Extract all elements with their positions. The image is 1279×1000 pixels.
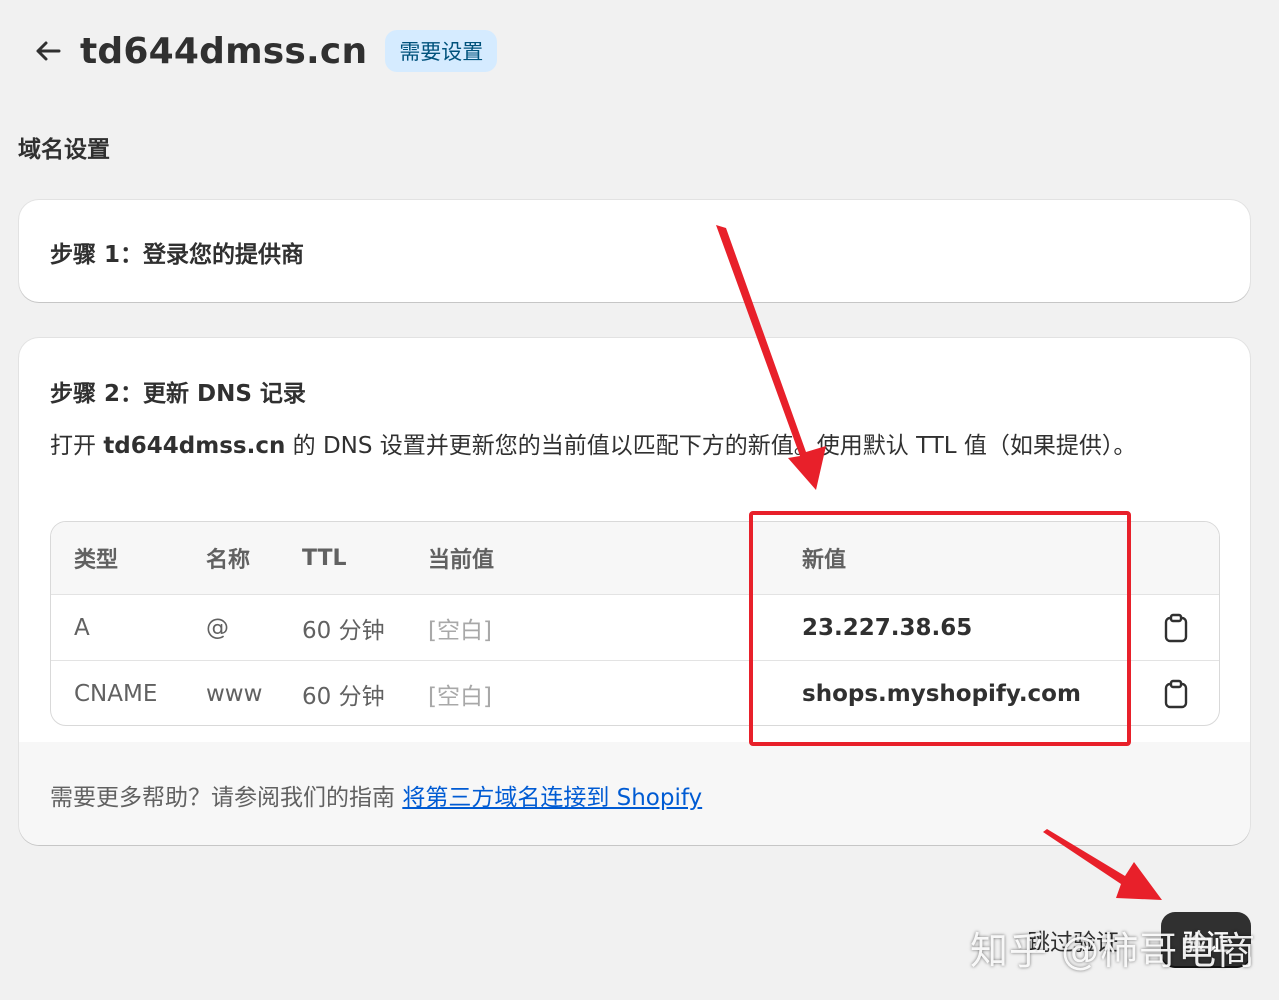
desc-domain: td644dmss.cn <box>103 433 286 459</box>
help-text: 需要更多帮助？请参阅我们的指南 将第三方域名连接到 Shopify <box>50 778 702 812</box>
section-title: 域名设置 <box>18 137 110 163</box>
step2-description: 打开 td644dmss.cn 的 DNS 设置并更新您的当前值以匹配下方的新值… <box>50 426 1210 466</box>
verify-button[interactable]: 验证 <box>1161 912 1251 968</box>
cell-type: CNAME <box>74 680 158 707</box>
step2-title: 步骤 2：更新 DNS 记录 <box>50 381 306 407</box>
header-ttl: TTL <box>302 545 347 571</box>
cell-ttl: 60 分钟 <box>302 617 385 644</box>
cell-name: www <box>206 680 263 707</box>
desc-prefix: 打开 <box>50 433 104 459</box>
step2-card: 步骤 2：更新 DNS 记录 打开 td644dmss.cn 的 DNS 设置并… <box>19 338 1250 845</box>
skip-verification-button[interactable]: 跳过验证 <box>1027 923 1119 957</box>
copy-button[interactable] <box>1160 612 1192 644</box>
status-badge: 需要设置 <box>385 30 498 72</box>
cell-type: A <box>74 614 90 641</box>
help-guide-link[interactable]: 将第三方域名连接到 Shopify <box>402 785 702 811</box>
desc-suffix: 的 DNS 设置并更新您的当前值以匹配下方的新值。使用默认 TTL 值（如果提供… <box>285 433 1137 459</box>
table-row: A @ 60 分钟 [空白] 23.227.38.65 <box>51 595 1219 661</box>
header-type: 类型 <box>74 548 119 573</box>
arrow-left-icon <box>36 41 61 61</box>
footer-actions: 跳过验证 验证 <box>1027 912 1251 968</box>
header-current-value: 当前值 <box>428 548 495 573</box>
back-button[interactable] <box>28 31 68 71</box>
header-name: 名称 <box>206 548 251 573</box>
cell-current-value: [空白] <box>428 683 492 710</box>
step1-title: 步骤 1：登录您的提供商 <box>50 242 305 268</box>
cell-new-value: shops.myshopify.com <box>802 680 1081 707</box>
step1-card[interactable]: 步骤 1：登录您的提供商 <box>19 200 1250 302</box>
copy-button[interactable] <box>1160 678 1192 710</box>
page-header: td644dmss.cn 需要设置 <box>28 26 498 76</box>
cell-current-value: [空白] <box>428 617 492 644</box>
clipboard-icon <box>1164 679 1188 708</box>
cell-name: @ <box>206 614 229 641</box>
table-row: CNAME www 60 分钟 [空白] shops.myshopify.com <box>51 661 1219 725</box>
table-header-row: 类型 名称 TTL 当前值 新值 <box>51 522 1219 595</box>
cell-ttl: 60 分钟 <box>302 683 385 710</box>
help-prefix: 需要更多帮助？请参阅我们的指南 <box>50 785 403 811</box>
page-title: td644dmss.cn <box>80 30 368 72</box>
clipboard-icon <box>1164 613 1188 642</box>
dns-records-table: 类型 名称 TTL 当前值 新值 A @ 60 分钟 [空白] 23.227.3… <box>50 521 1220 726</box>
header-new-value: 新值 <box>802 548 847 573</box>
cell-new-value: 23.227.38.65 <box>802 614 973 641</box>
